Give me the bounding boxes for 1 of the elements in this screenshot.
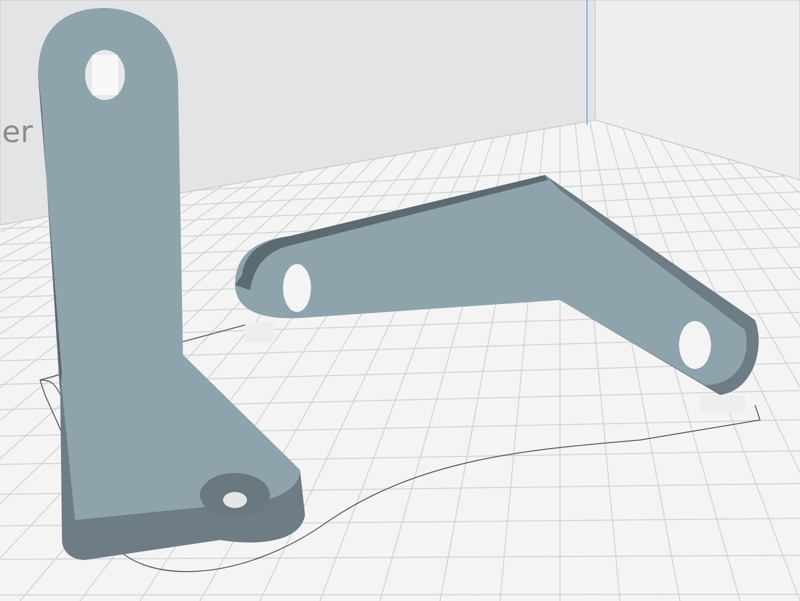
wall-label: er	[2, 115, 33, 150]
